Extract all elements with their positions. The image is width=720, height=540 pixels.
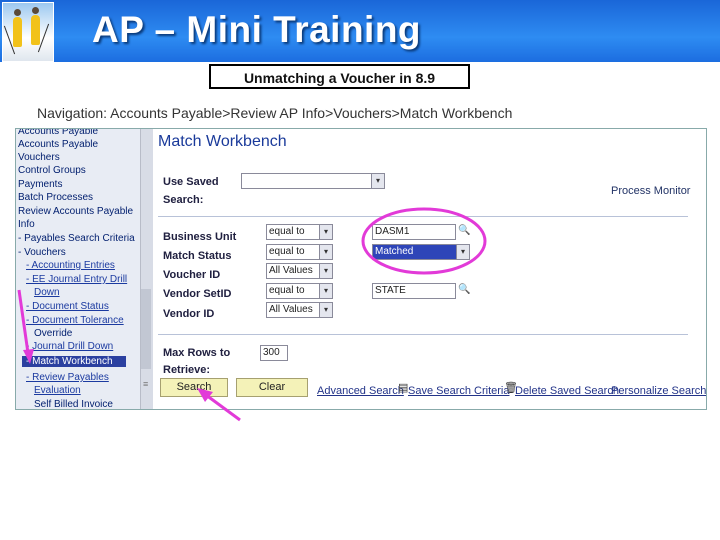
vendor-operator-value: All Values xyxy=(269,304,313,315)
sidebar-item-review-payables[interactable]: - Review Payables xyxy=(26,372,109,383)
sidebar-item-ee-journal[interactable]: - EE Journal Entry Drill xyxy=(26,274,127,285)
sidebar-item-evaluation[interactable]: Evaluation xyxy=(34,385,81,396)
max-rows-input[interactable]: 300 xyxy=(260,345,288,361)
ms-operator-select[interactable]: equal to ▾ xyxy=(266,244,333,260)
sidebar-item-accounts-payable[interactable]: Accounts Payable xyxy=(18,139,98,150)
sidebar-item-vouchers[interactable]: Vouchers xyxy=(18,152,60,163)
menu-sidebar: Accounts Payable Accounts Payable Vouche… xyxy=(16,129,141,409)
sidebar-item-accounting-entries[interactable]: - Accounting Entries xyxy=(26,260,115,271)
match-workbench-panel: Match Workbench Use Saved Search: ▾ Proc… xyxy=(156,129,706,409)
sidebar-item-info[interactable]: Info xyxy=(18,219,35,230)
personalize-search-link[interactable]: Personalize Search xyxy=(611,385,706,397)
slide-title: AP – Mini Training xyxy=(92,9,422,50)
sidebar-item-payables-search[interactable]: - Payables Search Criteria xyxy=(18,233,135,244)
sidebar-item-vouchers-sub[interactable]: - Vouchers xyxy=(18,247,66,258)
match-status-select[interactable]: Matched ▾ xyxy=(372,244,470,260)
slide-subtitle: Unmatching a Voucher in 8.9 xyxy=(209,64,470,89)
business-unit-label: Business Unit xyxy=(163,231,237,243)
skiers-photo xyxy=(2,2,54,62)
sidebar-item-accounts-payable[interactable]: Accounts Payable xyxy=(18,129,98,137)
workbench-screenshot: Accounts Payable Accounts Payable Vouche… xyxy=(15,128,707,410)
chevron-down-icon[interactable]: ▾ xyxy=(319,225,332,239)
save-icon[interactable]: ▤ xyxy=(398,381,408,394)
process-monitor-link[interactable]: Process Monitor xyxy=(611,185,690,197)
voucher-operator-select[interactable]: All Values ▾ xyxy=(266,263,333,279)
sidebar-item-match-workbench[interactable]: - Match Workbench xyxy=(22,356,126,367)
ms-operator-value: equal to xyxy=(269,246,305,257)
max-rows-label: Max Rows to xyxy=(163,347,231,359)
voucher-operator-value: All Values xyxy=(269,265,313,276)
scroll-thumb[interactable] xyxy=(141,289,151,369)
sidebar-item-document-status[interactable]: - Document Status xyxy=(26,301,109,312)
save-search-criteria-link[interactable]: Save Search Criteria xyxy=(408,385,510,397)
sidebar-item-document-tolerance[interactable]: - Document Tolerance xyxy=(26,315,124,326)
vendor-setid-label: Vendor SetID xyxy=(163,288,232,300)
lookup-icon[interactable]: 🔍 xyxy=(458,225,470,236)
search-label: Search: xyxy=(163,194,204,206)
search-button[interactable]: Search xyxy=(160,378,228,397)
saved-search-select[interactable]: ▾ xyxy=(241,173,385,189)
slide-header: AP – Mini Training xyxy=(0,0,720,62)
sidebar-item-control-groups[interactable]: Control Groups xyxy=(18,165,86,176)
voucher-id-label: Voucher ID xyxy=(163,269,221,281)
delete-saved-search-link[interactable]: Delete Saved Search xyxy=(515,385,619,397)
lookup-icon[interactable]: 🔍 xyxy=(458,284,470,295)
sidebar-item-batch-processes[interactable]: Batch Processes xyxy=(18,192,93,203)
business-unit-input[interactable]: DASM1 xyxy=(372,224,456,240)
divider xyxy=(158,216,688,217)
bu-operator-select[interactable]: equal to ▾ xyxy=(266,224,333,240)
page-title: Match Workbench xyxy=(158,133,287,150)
sidebar-item-payments[interactable]: Payments xyxy=(18,179,62,190)
use-saved-label: Use Saved xyxy=(163,176,219,188)
chevron-down-icon[interactable]: ▾ xyxy=(371,174,384,188)
vendor-setid-input[interactable]: STATE xyxy=(372,283,456,299)
retrieve-label: Retrieve: xyxy=(163,364,211,376)
sidebar-item-self-billed[interactable]: Self Billed Invoice xyxy=(34,399,113,409)
chevron-down-icon[interactable]: ▾ xyxy=(319,284,332,298)
sidebar-item-down[interactable]: Down xyxy=(34,287,60,298)
setid-operator-value: equal to xyxy=(269,285,305,296)
sidebar-item-journal-drill[interactable]: - Journal Drill Down xyxy=(26,341,113,352)
navigation-path: Navigation: Accounts Payable>Review AP I… xyxy=(37,105,513,121)
match-status-label: Match Status xyxy=(163,250,232,262)
vendor-id-label: Vendor ID xyxy=(163,308,215,320)
sidebar-item-review-ap[interactable]: Review Accounts Payable xyxy=(18,206,133,217)
clear-button[interactable]: Clear xyxy=(236,378,308,397)
chevron-down-icon[interactable]: ▾ xyxy=(319,303,332,317)
chevron-down-icon[interactable]: ▾ xyxy=(456,245,469,259)
chevron-down-icon[interactable]: ▾ xyxy=(319,245,332,259)
grip-icon[interactable]: ≡ xyxy=(143,379,148,389)
sidebar-item-override[interactable]: Override xyxy=(34,328,72,339)
divider xyxy=(158,334,688,335)
setid-operator-select[interactable]: equal to ▾ xyxy=(266,283,333,299)
bu-operator-value: equal to xyxy=(269,226,305,237)
chevron-down-icon[interactable]: ▾ xyxy=(319,264,332,278)
match-status-value: Matched xyxy=(375,246,414,257)
advanced-search-link[interactable]: Advanced Search xyxy=(317,385,404,397)
vendor-operator-select[interactable]: All Values ▾ xyxy=(266,302,333,318)
